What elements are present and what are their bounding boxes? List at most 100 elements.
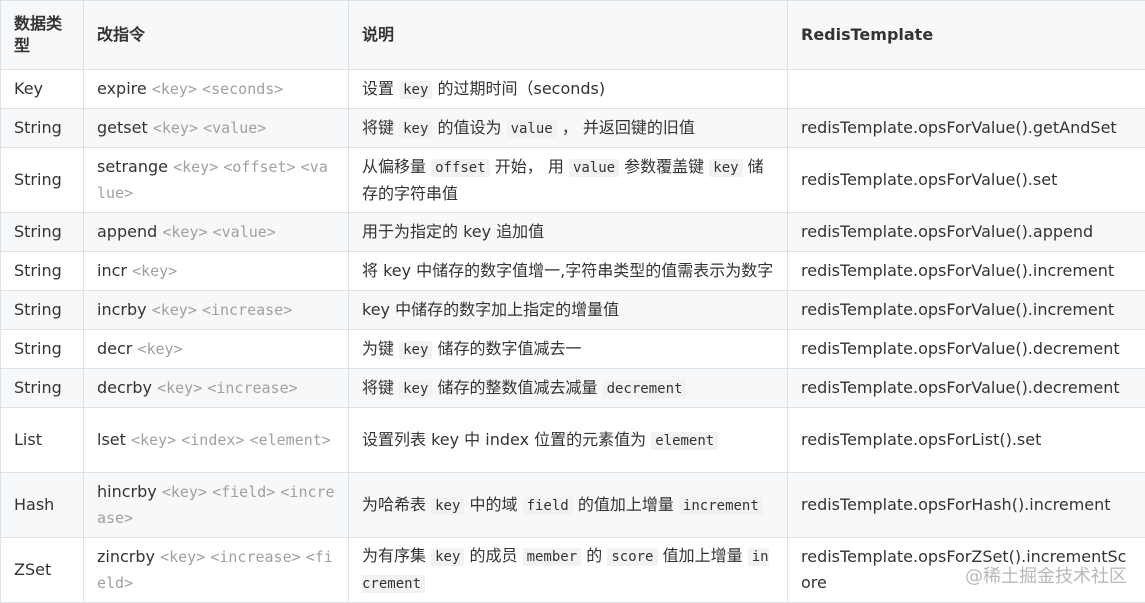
table-row: Listlset <key> <index> <element>设置列表 key… bbox=[1, 408, 1145, 473]
header-description: 说明 bbox=[349, 1, 788, 70]
cell-redistemplate: redisTemplate.opsForValue().increment bbox=[788, 252, 1145, 291]
command-arg: <key> bbox=[152, 80, 197, 98]
cell-redistemplate: redisTemplate.opsForValue().getAndSet bbox=[788, 109, 1145, 148]
table-row: Stringincr <key>将 key 中储存的数字值增一,字符串类型的值需… bbox=[1, 252, 1145, 291]
cell-data-type: Hash bbox=[1, 473, 84, 538]
command-name: expire bbox=[97, 79, 147, 98]
cell-data-type: ZSet bbox=[1, 538, 84, 603]
command-arg: <increase> bbox=[202, 301, 292, 319]
table-row: Key expire <key> <seconds> 设置 key 的过期时间（se… bbox=[1, 70, 1145, 109]
description-text: 中的域 bbox=[464, 495, 522, 514]
cell-command: getset <key> <value> bbox=[84, 109, 349, 148]
inline-code: value bbox=[507, 120, 557, 138]
inline-code: key bbox=[431, 548, 464, 566]
description-text: 的成员 bbox=[464, 546, 522, 565]
cell-command: decrby <key> <increase> bbox=[84, 369, 349, 408]
cell-data-type: Key bbox=[1, 70, 84, 109]
table-body: Key expire <key> <seconds> 设置 key 的过期时间（se… bbox=[1, 70, 1145, 603]
command-arg: <key> bbox=[162, 223, 207, 241]
command-arg: <key> bbox=[153, 119, 198, 137]
description-text: 设置 bbox=[362, 79, 399, 98]
cell-description: key 中储存的数字加上指定的增量值 bbox=[349, 291, 788, 330]
description-text: 的 bbox=[581, 546, 607, 565]
inline-code: offset bbox=[431, 159, 490, 177]
command-arg: <field> bbox=[212, 483, 275, 501]
cell-command: setrange <key> <offset> <value> bbox=[84, 148, 349, 213]
cell-description: 将键 key 储存的整数值减去减量 decrement bbox=[349, 369, 788, 408]
table-row: Stringappend <key> <value>用于为指定的 key 追加值… bbox=[1, 213, 1145, 252]
cell-description: 为键 key 储存的数字值减去一 bbox=[349, 330, 788, 369]
inline-code: key bbox=[399, 120, 432, 138]
command-arg: <value> bbox=[213, 223, 276, 241]
header-row: 数据类型 改指令 说明 RedisTemplate bbox=[1, 1, 1145, 70]
command-arg: <key> bbox=[160, 548, 205, 566]
inline-code: value bbox=[569, 159, 619, 177]
command-arg: <key> bbox=[162, 483, 207, 501]
description-text: 的值加上增量 bbox=[573, 495, 679, 514]
cell-description: 从偏移量 offset 开始， 用 value 参数覆盖键 key 储存的字符串… bbox=[349, 148, 788, 213]
description-text: 将键 bbox=[362, 118, 399, 137]
inline-code: key bbox=[399, 81, 432, 99]
description-text: 开始， 用 bbox=[490, 157, 569, 176]
cell-data-type: String bbox=[1, 109, 84, 148]
cell-description: 用于为指定的 key 追加值 bbox=[349, 213, 788, 252]
cell-description: 将 key 中储存的数字值增一,字符串类型的值需表示为数字 bbox=[349, 252, 788, 291]
header-redistemplate: RedisTemplate bbox=[788, 1, 1145, 70]
command-name: setrange bbox=[97, 157, 168, 176]
cell-data-type: String bbox=[1, 369, 84, 408]
cell-redistemplate: redisTemplate.opsForValue().decrement bbox=[788, 330, 1145, 369]
command-name: incr bbox=[97, 261, 127, 280]
command-arg: <index> bbox=[181, 431, 244, 449]
redis-command-table: 数据类型 改指令 说明 RedisTemplate Key expire <key… bbox=[0, 0, 1145, 603]
description-text: 的过期时间（seconds) bbox=[432, 79, 605, 98]
description-text: 为有序集 bbox=[362, 546, 431, 565]
cell-command: append <key> <value> bbox=[84, 213, 349, 252]
command-arg: <increase> bbox=[207, 379, 297, 397]
command-arg: <offset> bbox=[223, 158, 295, 176]
description-text: 为键 bbox=[362, 339, 399, 358]
command-name: zincrby bbox=[97, 547, 155, 566]
cell-data-type: String bbox=[1, 252, 84, 291]
command-arg: <key> bbox=[173, 158, 218, 176]
command-name: decr bbox=[97, 339, 132, 358]
command-name: append bbox=[97, 222, 157, 241]
description-text: 参数覆盖键 bbox=[619, 157, 709, 176]
cell-redistemplate bbox=[788, 70, 1145, 109]
description-text: 从偏移量 bbox=[362, 157, 431, 176]
inline-code: element bbox=[651, 432, 718, 450]
cell-command: incrby <key> <increase> bbox=[84, 291, 349, 330]
command-name: incrby bbox=[97, 300, 147, 319]
description-text: ， 并返回键的旧值 bbox=[557, 118, 695, 137]
description-text: key 中储存的数字加上指定的增量值 bbox=[362, 300, 619, 319]
cell-redistemplate: redisTemplate.opsForValue().decrement bbox=[788, 369, 1145, 408]
table-row: Stringdecr <key>为键 key 储存的数字值减去一redisTem… bbox=[1, 330, 1145, 369]
cell-data-type: List bbox=[1, 408, 84, 473]
command-arg: <seconds> bbox=[202, 80, 283, 98]
description-text: 的值设为 bbox=[432, 118, 506, 137]
table-row: ZSetzincrby <key> <increase> <field>为有序集… bbox=[1, 538, 1145, 603]
cell-redistemplate: redisTemplate.opsForValue().set bbox=[788, 148, 1145, 213]
inline-code: key bbox=[709, 159, 742, 177]
command-name: getset bbox=[97, 118, 148, 137]
header-data-type: 数据类型 bbox=[1, 1, 84, 70]
cell-data-type: String bbox=[1, 148, 84, 213]
description-text: 用于为指定的 key 追加值 bbox=[362, 222, 544, 241]
cell-command: lset <key> <index> <element> bbox=[84, 408, 349, 473]
command-name: lset bbox=[97, 430, 126, 449]
command-arg: <key> bbox=[131, 431, 176, 449]
cell-command: zincrby <key> <increase> <field> bbox=[84, 538, 349, 603]
table-row: Stringsetrange <key> <offset> <value>从偏移… bbox=[1, 148, 1145, 213]
description-text: 将 key 中储存的数字值增一,字符串类型的值需表示为数字 bbox=[362, 261, 773, 280]
table-row: Stringincrby <key> <increase>key 中储存的数字加… bbox=[1, 291, 1145, 330]
inline-code: key bbox=[431, 497, 464, 515]
command-arg: <key> bbox=[152, 301, 197, 319]
command-arg: <element> bbox=[250, 431, 331, 449]
table-row: Hashhincrby <key> <field> <increase>为哈希表… bbox=[1, 473, 1145, 538]
cell-description: 设置列表 key 中 index 位置的元素值为 element bbox=[349, 408, 788, 473]
description-text: 储存的整数值减去减量 bbox=[432, 378, 602, 397]
command-arg: <key> bbox=[137, 340, 182, 358]
cell-data-type: String bbox=[1, 213, 84, 252]
description-text: 储存的数字值减去一 bbox=[432, 339, 581, 358]
command-arg: <increase> bbox=[210, 548, 300, 566]
cell-description: 为有序集 key 的成员 member 的 score 值加上增量 increm… bbox=[349, 538, 788, 603]
